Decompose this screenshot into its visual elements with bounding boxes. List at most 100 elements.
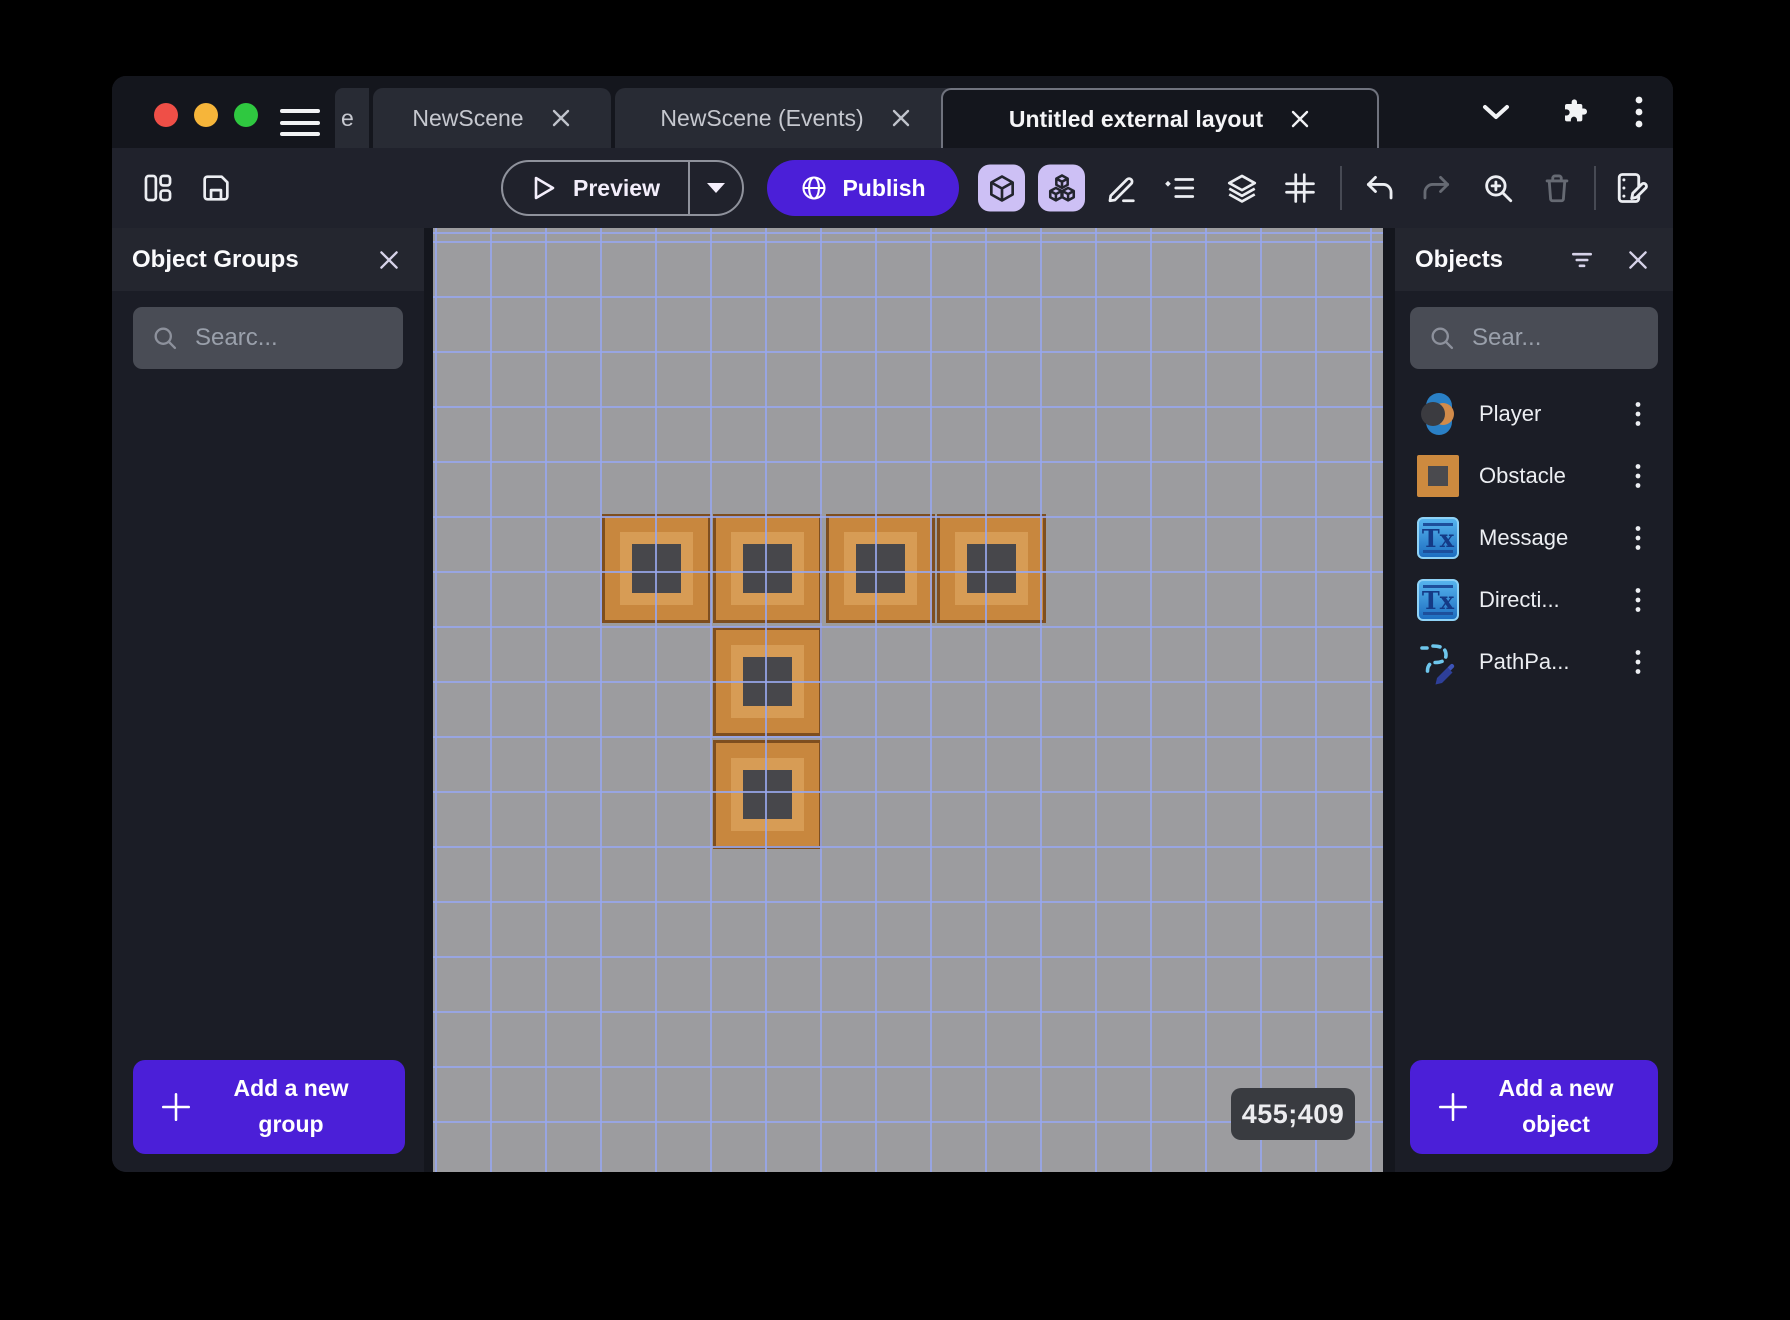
- object-groups-header: Object Groups: [112, 228, 424, 291]
- object-label: Message: [1479, 525, 1605, 551]
- object-row-obstacle[interactable]: Obstacle: [1401, 447, 1667, 505]
- add-object-label-line2: object: [1522, 1111, 1590, 1137]
- object-row-pathpainter[interactable]: PathPa...: [1401, 633, 1667, 691]
- tab-label: NewScene: [412, 105, 523, 132]
- grid-icon[interactable]: [1280, 168, 1320, 208]
- toolbar-divider: [1594, 166, 1596, 210]
- group-search-input[interactable]: [195, 324, 385, 352]
- kebab-menu-icon[interactable]: [1623, 647, 1653, 677]
- search-icon: [1428, 324, 1456, 352]
- cursor-coordinates-badge: 455;409: [1231, 1088, 1355, 1140]
- close-icon[interactable]: [374, 245, 404, 275]
- toolbar: Preview Publish: [112, 148, 1673, 228]
- cube-3d-icon: [986, 172, 1018, 204]
- tab-label: Untitled external layout: [1009, 106, 1263, 133]
- objects-mode-toggle-button[interactable]: [1038, 165, 1085, 212]
- chevron-down-icon[interactable]: [1481, 103, 1511, 121]
- object-label: PathPa...: [1479, 649, 1605, 675]
- instructions-list-icon[interactable]: [1160, 168, 1200, 208]
- path-painter-object-icon: [1415, 639, 1461, 685]
- preview-options-button[interactable]: [690, 181, 742, 195]
- text-object-icon: Tx: [1415, 577, 1461, 623]
- trash-icon[interactable]: [1537, 168, 1577, 208]
- tab-truncated[interactable]: e: [335, 88, 369, 148]
- plus-icon: [1436, 1090, 1470, 1124]
- add-object-button[interactable]: Add a new object: [1410, 1060, 1658, 1154]
- kebab-menu-icon[interactable]: [1623, 523, 1653, 553]
- tab-label: NewScene (Events): [660, 105, 863, 132]
- objects-header: Objects: [1395, 228, 1673, 291]
- object-search-field[interactable]: [1410, 307, 1658, 369]
- object-row-directions[interactable]: Tx Directi...: [1401, 571, 1667, 629]
- tab-close-icon[interactable]: [550, 107, 572, 129]
- preview-label: Preview: [573, 175, 660, 202]
- group-search-field[interactable]: [133, 307, 403, 369]
- globe-icon: [800, 174, 828, 202]
- zoom-in-icon[interactable]: [1478, 168, 1518, 208]
- main-area: Object Groups Add a new group: [112, 228, 1673, 1172]
- obstacle-instance[interactable]: [937, 514, 1046, 623]
- tab-label: e: [341, 105, 354, 132]
- obstacle-instance[interactable]: [713, 627, 822, 736]
- project-manager-icon[interactable]: [138, 168, 178, 208]
- layers-icon[interactable]: [1222, 168, 1262, 208]
- play-icon: [531, 174, 557, 202]
- object-search-input[interactable]: [1472, 324, 1640, 352]
- panel-divider: [1383, 228, 1395, 1172]
- tab-close-icon[interactable]: [1289, 108, 1311, 130]
- window-minimize-button[interactable]: [194, 103, 218, 127]
- redo-icon[interactable]: [1417, 168, 1457, 208]
- search-icon: [151, 324, 179, 352]
- window-close-button[interactable]: [154, 103, 178, 127]
- pencil-edit-icon[interactable]: [1102, 168, 1142, 208]
- obstacle-instance[interactable]: [602, 514, 711, 623]
- app-window: e NewScene NewScene (Events) Untitled ex…: [112, 76, 1673, 1172]
- add-group-button[interactable]: Add a new group: [133, 1060, 405, 1154]
- objects-title: Objects: [1415, 246, 1503, 274]
- publish-label: Publish: [842, 175, 925, 202]
- close-icon[interactable]: [1623, 245, 1653, 275]
- undo-icon[interactable]: [1359, 168, 1399, 208]
- object-groups-title: Object Groups: [132, 246, 299, 274]
- obstacle-instance[interactable]: [826, 514, 935, 623]
- object-groups-panel: Object Groups Add a new group: [112, 228, 424, 1172]
- object-label: Player: [1479, 401, 1605, 427]
- main-menu-icon[interactable]: [280, 109, 320, 136]
- player-object-icon: [1415, 391, 1461, 437]
- kebab-menu-icon[interactable]: [1635, 95, 1643, 129]
- tab-untitled-external-layout[interactable]: Untitled external layout: [941, 88, 1379, 148]
- objects-panel: Objects: [1395, 228, 1673, 1172]
- preview-button[interactable]: Preview: [501, 160, 744, 216]
- caret-down-icon: [705, 181, 727, 195]
- add-object-label-line1: Add a new: [1498, 1075, 1613, 1101]
- publish-button[interactable]: Publish: [767, 160, 959, 216]
- save-icon[interactable]: [196, 168, 236, 208]
- object-row-player[interactable]: Player: [1401, 385, 1667, 443]
- toolbar-divider: [1340, 166, 1342, 210]
- object-label: Obstacle: [1479, 463, 1605, 489]
- text-object-icon: Tx: [1415, 515, 1461, 561]
- obstacle-instance[interactable]: [713, 514, 822, 623]
- tab-newscene[interactable]: NewScene: [373, 88, 611, 148]
- tab-close-icon[interactable]: [890, 107, 912, 129]
- scene-canvas[interactable]: 455;409: [433, 228, 1383, 1172]
- filter-icon[interactable]: [1567, 245, 1597, 275]
- screen: e NewScene NewScene (Events) Untitled ex…: [0, 0, 1790, 1320]
- obstacle-instance[interactable]: [713, 740, 822, 849]
- tab-newscene-events[interactable]: NewScene (Events): [615, 88, 957, 148]
- grid-overlay: [433, 228, 1383, 1172]
- titlebar: e NewScene NewScene (Events) Untitled ex…: [112, 76, 1673, 148]
- object-row-message[interactable]: Tx Message: [1401, 509, 1667, 567]
- titlebar-right-actions: [1481, 76, 1673, 148]
- objects-list: Player Obstacle: [1395, 385, 1673, 691]
- add-group-label-line1: Add a new: [233, 1075, 348, 1101]
- window-zoom-button[interactable]: [234, 103, 258, 127]
- edit-3d-toggle-button[interactable]: [978, 165, 1025, 212]
- kebab-menu-icon[interactable]: [1623, 585, 1653, 615]
- obstacle-object-icon: [1415, 453, 1461, 499]
- kebab-menu-icon[interactable]: [1623, 399, 1653, 429]
- plus-icon: [159, 1090, 193, 1124]
- scene-properties-icon[interactable]: [1612, 168, 1652, 208]
- kebab-menu-icon[interactable]: [1623, 461, 1653, 491]
- puzzle-extension-icon[interactable]: [1557, 96, 1589, 128]
